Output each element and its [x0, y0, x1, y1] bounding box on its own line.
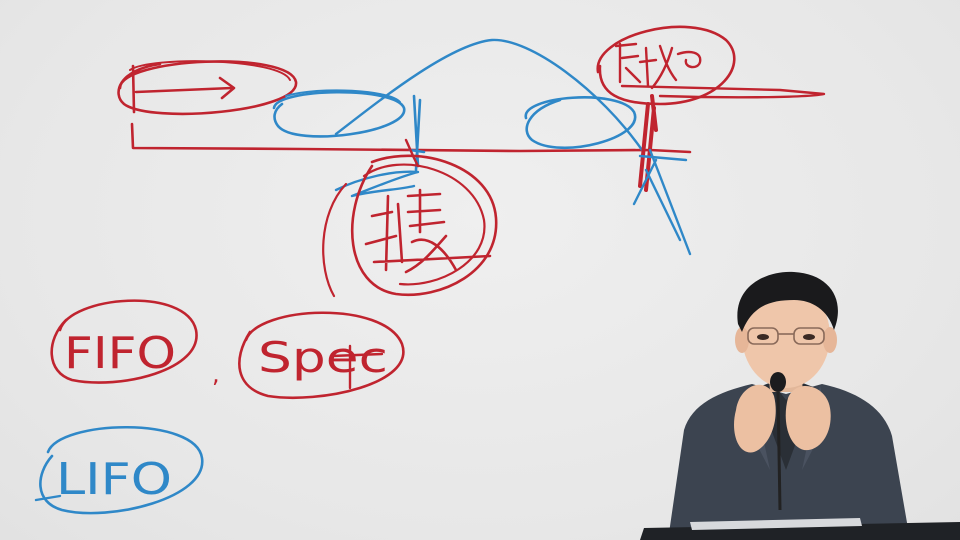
- specific-label: Spec: [258, 333, 388, 382]
- red-side-arc: [322, 182, 348, 298]
- blue-ellipse-middle: [272, 90, 406, 138]
- timeline-diagram: [117, 25, 826, 256]
- lifo-group: LIFO: [34, 426, 204, 515]
- fifo-group: FIFO ,: [50, 299, 220, 388]
- fifo-label: FIFO: [64, 328, 176, 379]
- lecture-video-frame: FIFO , Spec LIFO: [0, 0, 960, 540]
- separator-comma: ,: [212, 360, 220, 388]
- circled-characters: [322, 154, 498, 298]
- scribble-top-right: [614, 42, 702, 90]
- handwritten-whiteboard: FIFO , Spec LIFO: [34, 25, 826, 515]
- lifo-label: LIFO: [56, 454, 172, 505]
- timeline-baseline: [130, 122, 692, 154]
- blue-ellipse-right: [524, 96, 637, 149]
- red-arrow-icon: [131, 64, 236, 114]
- blue-tick-marks: [408, 94, 426, 172]
- specific-group: Spec: [238, 311, 405, 400]
- blue-wave: [334, 170, 420, 198]
